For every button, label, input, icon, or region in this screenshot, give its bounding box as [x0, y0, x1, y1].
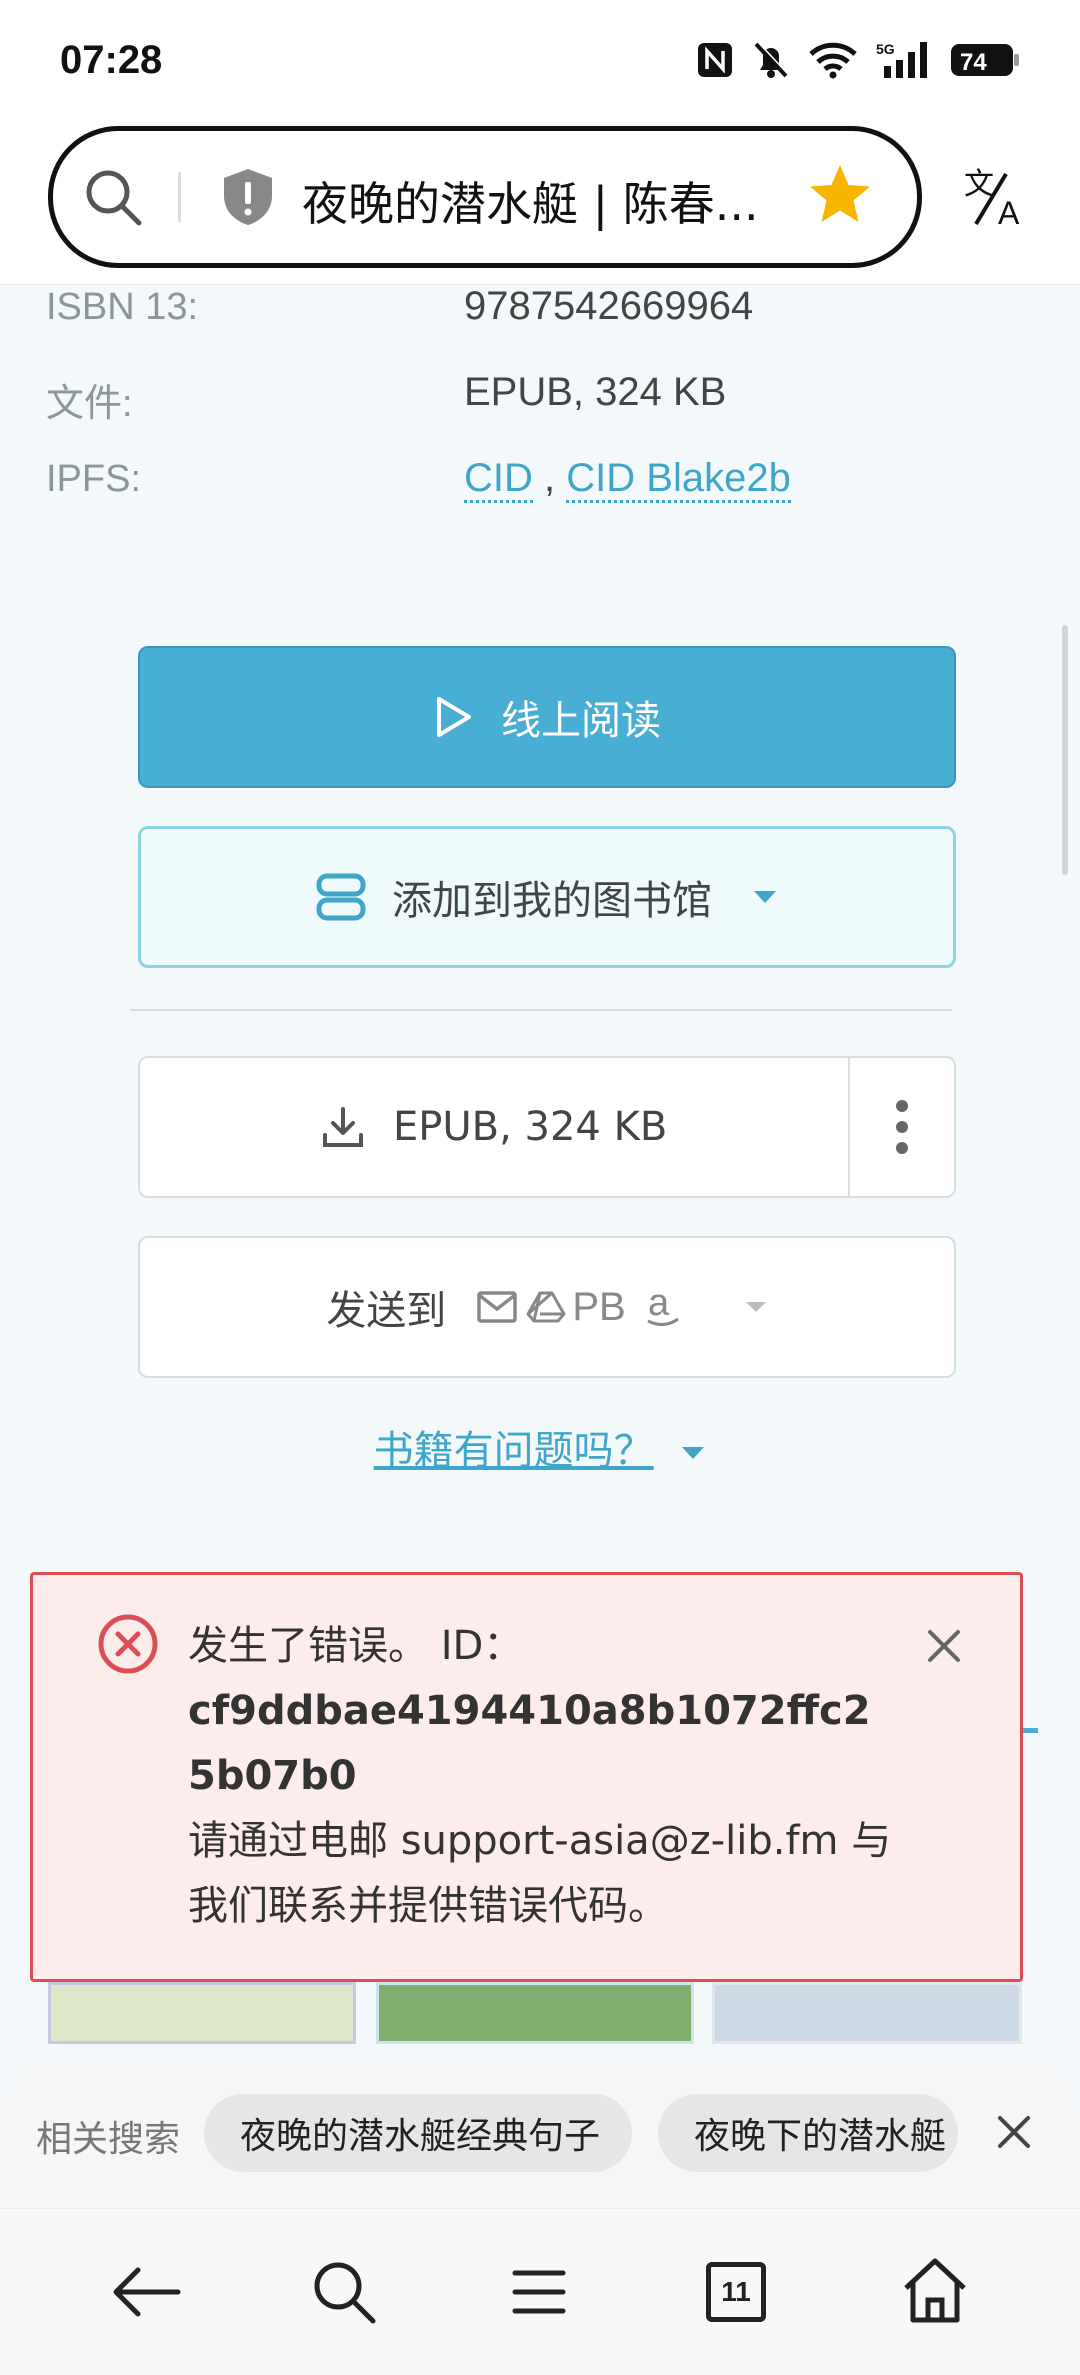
add-to-library-label: 添加到我的图书馆: [392, 878, 712, 924]
related-chip[interactable]: 夜晚下的潜水艇: [658, 2094, 958, 2172]
error-icon: [98, 1614, 158, 1674]
file-value: EPUB, 324 KB: [464, 370, 727, 414]
download-label: EPUB, 324 KB: [392, 1104, 668, 1150]
ipfs-label: IPFS:: [46, 458, 142, 500]
svg-text:a: a: [648, 1285, 670, 1324]
email-icon: [477, 1291, 518, 1323]
report-problem-label: 书籍有问题吗？: [373, 1428, 654, 1474]
error-message: 请通过电邮 support-asia@z-lib.fm 与我们联系并提供错误代码…: [188, 1818, 892, 1929]
caret-down-icon: [682, 1447, 705, 1459]
error-text: 发生了错误。 ID： cf9ddbae4194410a8b1072ffc25b0…: [188, 1614, 898, 1939]
caret-down-icon: [745, 1302, 766, 1312]
book-cover-thumb[interactable]: [48, 1982, 356, 2044]
svg-text:5G: 5G: [876, 41, 895, 57]
error-title: 发生了错误。 ID：: [188, 1623, 524, 1669]
library-icon: [316, 873, 366, 921]
search-icon[interactable]: [310, 2258, 378, 2326]
translate-icon[interactable]: 文A: [960, 164, 1030, 230]
read-online-button[interactable]: 线上阅读: [138, 646, 956, 788]
cid-link[interactable]: CID: [464, 456, 533, 503]
address-divider: [178, 172, 181, 222]
send-to-button[interactable]: 发送到 PB a: [138, 1236, 956, 1378]
divider: [130, 1009, 952, 1011]
cid-blake2b-link[interactable]: CID Blake2b: [566, 456, 791, 503]
mute-bell-icon: [754, 41, 789, 78]
svg-text:74: 74: [960, 49, 987, 76]
status-time: 07:28: [60, 38, 163, 82]
file-label: 文件:: [46, 383, 133, 425]
drive-icon: [526, 1291, 566, 1323]
shield-icon[interactable]: [218, 166, 278, 228]
battery-icon: 74: [951, 44, 1019, 76]
caret-down-icon: [754, 891, 776, 903]
svg-text:文: 文: [964, 167, 994, 202]
error-code: cf9ddbae4194410a8b1072ffc25b07b0: [188, 1688, 871, 1799]
signal-5g-icon: 5G: [876, 41, 927, 78]
ipfs-links: CID , CID Blake2b: [464, 456, 791, 503]
nfc-icon: [698, 43, 732, 77]
add-to-library-button[interactable]: 添加到我的图书馆: [138, 826, 956, 968]
status-icons: 5G 74: [696, 40, 1020, 80]
download-button-group: EPUB, 324 KB: [138, 1056, 956, 1198]
more-vert-icon: [896, 1100, 909, 1154]
book-cover-thumb[interactable]: [712, 1982, 1022, 2044]
page-title[interactable]: 夜晚的潜水艇 | 陈春...: [302, 168, 772, 234]
svg-text:A: A: [998, 195, 1020, 230]
book-cover-thumb[interactable]: [376, 1982, 694, 2044]
more-options-button[interactable]: [850, 1058, 954, 1196]
related-chip[interactable]: 夜晚的潜水艇经典句子: [204, 2094, 632, 2172]
download-icon: [322, 1107, 363, 1147]
pocketbook-label: PB: [572, 1284, 626, 1329]
tabs-button[interactable]: 11: [706, 2262, 766, 2322]
bookmark-star-icon[interactable]: [806, 162, 874, 228]
ipfs-separator: ,: [544, 456, 556, 500]
home-icon[interactable]: [900, 2256, 970, 2324]
wifi-icon: [809, 42, 857, 79]
back-arrow-icon[interactable]: [110, 2262, 182, 2322]
read-online-label: 线上阅读: [501, 698, 661, 744]
report-problem-link[interactable]: 书籍有问题吗？: [0, 1418, 1080, 1476]
download-button[interactable]: EPUB, 324 KB: [140, 1058, 851, 1196]
close-icon[interactable]: [926, 1628, 962, 1664]
scrollbar[interactable]: [1062, 625, 1068, 875]
related-label: 相关搜索: [36, 2119, 181, 2160]
play-icon: [437, 697, 471, 737]
menu-icon[interactable]: [512, 2268, 566, 2316]
send-to-label: 发送到: [326, 1288, 447, 1334]
search-icon[interactable]: [82, 166, 144, 228]
isbn-label: ISBN 13:: [46, 286, 199, 328]
isbn-value: 9787542669964: [464, 284, 754, 328]
close-icon[interactable]: [996, 2114, 1032, 2150]
amazon-icon: a: [647, 1285, 679, 1326]
